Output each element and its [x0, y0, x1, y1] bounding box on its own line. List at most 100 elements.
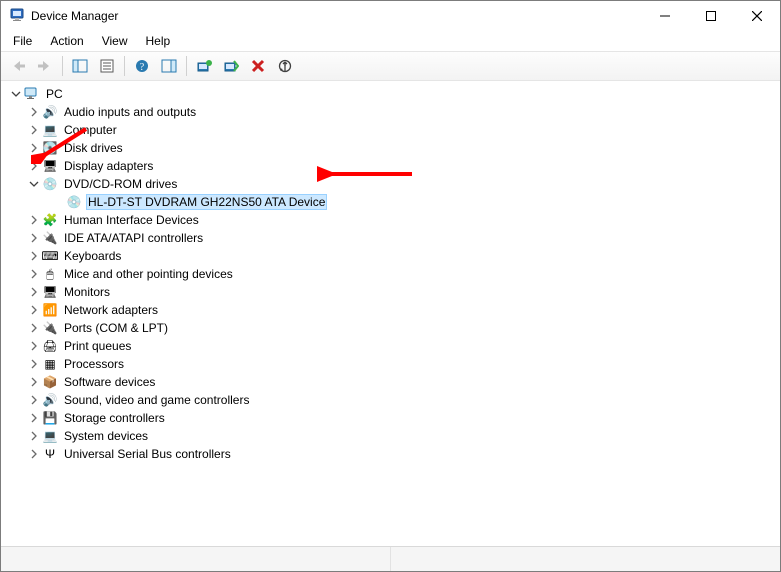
- tree-category[interactable]: 🔌 Ports (COM & LPT): [3, 319, 778, 337]
- tree-category[interactable]: 💿 DVD/CD-ROM drives: [3, 175, 778, 193]
- forward-button[interactable]: [32, 54, 58, 78]
- tree-category-label: Universal Serial Bus controllers: [62, 447, 233, 461]
- tree-category-label: Network adapters: [62, 303, 160, 317]
- back-button[interactable]: [5, 54, 31, 78]
- svg-text:?: ?: [140, 62, 145, 73]
- category-icon: 🖥: [42, 284, 58, 300]
- status-cell: [1, 547, 391, 571]
- expander-icon[interactable]: [27, 267, 41, 281]
- device-tree[interactable]: PC 🔊 Audio inputs and outputs 💻 Computer…: [1, 81, 780, 546]
- action-pane-button[interactable]: [156, 54, 182, 78]
- tree-category[interactable]: 📶 Network adapters: [3, 301, 778, 319]
- expander-icon[interactable]: [27, 123, 41, 137]
- expander-icon[interactable]: [27, 303, 41, 317]
- tree-category-label: Audio inputs and outputs: [62, 105, 198, 119]
- tree-category[interactable]: 📦 Software devices: [3, 373, 778, 391]
- tree-category-label: Computer: [62, 123, 119, 137]
- expander-icon[interactable]: [27, 411, 41, 425]
- expander-spacer: [51, 195, 65, 209]
- expander-icon[interactable]: [27, 159, 41, 173]
- tree-device[interactable]: 💿 HL-DT-ST DVDRAM GH22NS50 ATA Device: [3, 193, 778, 211]
- maximize-button[interactable]: [688, 1, 734, 31]
- expander-icon[interactable]: [27, 249, 41, 263]
- tree-category-label: Print queues: [62, 339, 133, 353]
- tree-category-label: Display adapters: [62, 159, 155, 173]
- toolbar-separator: [186, 56, 187, 76]
- tree-category-label: Mice and other pointing devices: [62, 267, 235, 281]
- statusbar: [1, 546, 780, 571]
- menubar: File Action View Help: [1, 31, 780, 51]
- disable-device-button[interactable]: [218, 54, 244, 78]
- expander-icon[interactable]: [27, 447, 41, 461]
- tree-category-label: Processors: [62, 357, 126, 371]
- menu-action[interactable]: Action: [42, 32, 91, 50]
- tree-category-label: System devices: [62, 429, 150, 443]
- menu-help[interactable]: Help: [138, 32, 179, 50]
- expander-icon[interactable]: [27, 321, 41, 335]
- category-icon: 🔌: [42, 230, 58, 246]
- properties-button[interactable]: [94, 54, 120, 78]
- category-icon: 🖱: [42, 266, 58, 282]
- tree-device-label: HL-DT-ST DVDRAM GH22NS50 ATA Device: [86, 194, 327, 210]
- expander-icon[interactable]: [27, 213, 41, 227]
- tree-category-label: Ports (COM & LPT): [62, 321, 170, 335]
- tree-category[interactable]: 🖥 Display adapters: [3, 157, 778, 175]
- category-icon: 💻: [42, 122, 58, 138]
- category-icon: 📶: [42, 302, 58, 318]
- expander-icon[interactable]: [27, 285, 41, 299]
- toolbar-separator: [62, 56, 63, 76]
- menu-view[interactable]: View: [94, 32, 136, 50]
- expander-icon[interactable]: [27, 393, 41, 407]
- toolbar-separator: [124, 56, 125, 76]
- category-icon: 🖨: [42, 338, 58, 354]
- minimize-button[interactable]: [642, 1, 688, 31]
- uninstall-device-button[interactable]: [245, 54, 271, 78]
- tree-category-label: Keyboards: [62, 249, 123, 263]
- tree-category[interactable]: 🧩 Human Interface Devices: [3, 211, 778, 229]
- show-hide-console-tree-button[interactable]: [67, 54, 93, 78]
- expander-icon[interactable]: [27, 231, 41, 245]
- update-driver-button[interactable]: [191, 54, 217, 78]
- scan-hardware-button[interactable]: [272, 54, 298, 78]
- expander-icon[interactable]: [27, 375, 41, 389]
- expander-icon[interactable]: [27, 357, 41, 371]
- tree-root[interactable]: PC: [3, 85, 778, 103]
- tree-category[interactable]: 🔊 Sound, video and game controllers: [3, 391, 778, 409]
- category-icon: 💽: [42, 140, 58, 156]
- tree-category[interactable]: Ψ Universal Serial Bus controllers: [3, 445, 778, 463]
- category-icon: ▦: [42, 356, 58, 372]
- tree-root-label: PC: [44, 87, 65, 101]
- tree-category[interactable]: 💻 Computer: [3, 121, 778, 139]
- expander-icon[interactable]: [27, 105, 41, 119]
- expander-icon[interactable]: [27, 429, 41, 443]
- tree-category[interactable]: 💽 Disk drives: [3, 139, 778, 157]
- tree-category[interactable]: 🔌 IDE ATA/ATAPI controllers: [3, 229, 778, 247]
- expander-icon[interactable]: [9, 87, 23, 101]
- expander-icon[interactable]: [27, 177, 41, 191]
- tree-category[interactable]: ▦ Processors: [3, 355, 778, 373]
- device-icon: 💿: [66, 194, 82, 210]
- status-cell: [391, 547, 780, 571]
- tree-category[interactable]: 🖱 Mice and other pointing devices: [3, 265, 778, 283]
- window-title: Device Manager: [31, 9, 118, 23]
- titlebar: Device Manager: [1, 1, 780, 31]
- category-icon: 💿: [42, 176, 58, 192]
- pc-icon: [24, 86, 40, 102]
- tree-category[interactable]: 💾 Storage controllers: [3, 409, 778, 427]
- tree-category-label: Human Interface Devices: [62, 213, 201, 227]
- tree-category[interactable]: 🔊 Audio inputs and outputs: [3, 103, 778, 121]
- expander-icon[interactable]: [27, 141, 41, 155]
- category-icon: 🔊: [42, 392, 58, 408]
- menu-file[interactable]: File: [5, 32, 40, 50]
- help-button[interactable]: ?: [129, 54, 155, 78]
- tree-category-label: IDE ATA/ATAPI controllers: [62, 231, 205, 245]
- tree-category[interactable]: ⌨ Keyboards: [3, 247, 778, 265]
- category-icon: ⌨: [42, 248, 58, 264]
- tree-category-label: DVD/CD-ROM drives: [62, 177, 179, 191]
- tree-category[interactable]: 🖨 Print queues: [3, 337, 778, 355]
- close-button[interactable]: [734, 1, 780, 31]
- tree-category[interactable]: 🖥 Monitors: [3, 283, 778, 301]
- tree-category[interactable]: 💻 System devices: [3, 427, 778, 445]
- category-icon: 🖥: [42, 158, 58, 174]
- expander-icon[interactable]: [27, 339, 41, 353]
